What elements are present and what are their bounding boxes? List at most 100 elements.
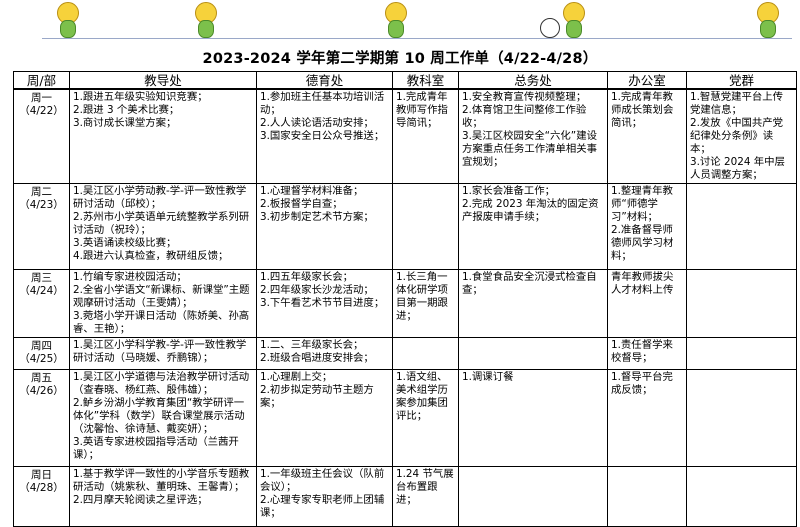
cell-bangong: 青年教师拔尖人才材料上传 [607,269,687,338]
day-cell: 周三 （4/24） [13,269,70,338]
task-item: 1.24 节气展台布置跟进； [396,468,454,506]
table-row: 周二 （4/23） 1.吴江区小学劳动教-学-评一致性教学研讨活动（邱校）； 2.苏州… [13,183,797,270]
task-item: 2.跟进 3 个美术比赛； [73,104,180,116]
cell-bangong: 1.督导平台完成反馈； [607,369,687,467]
cell-zongwu: 1.安全教育宣传视频整理； 2.体育馆卫生间整修工作验收； 3.吴江区校园安全“六化… [458,88,608,184]
task-item: 1.调课订餐 [462,371,514,383]
cell-zongwu: 1.家长会准备工作； 2.完成 2023 年淘汰的固定资产报废申请手续； [458,183,608,270]
cell-jiaoke: 1.完成青年教师写作指导简讯； [392,88,459,184]
table-row: 周三 （4/24） 1.竹编专家进校园活动； 2.全省小学语文“新课标、新课堂”主题观… [13,269,797,338]
cell-jiaoke: 1.语文组、美术组学历案参加集团评比； [392,369,459,467]
mascot-icon [50,2,84,38]
task-item: 1.食堂食品安全沉浸式检查自查； [462,271,597,296]
mascot-icon [188,2,222,38]
cell-dangqun [686,369,797,467]
task-item: 1.智慧党建平台上传党建信息； [690,91,784,116]
task-item: 3.英语专家进校园指导活动（兰茜开课）； [73,436,239,461]
day-date: （4/28） [19,482,64,494]
task-item: 1.竹编专家进校园活动； [73,271,187,283]
cell-jiaodao: 1.吴江区小学科学教-学-评一致性教学研讨活动（马晓媛、乔鹏锦）； [69,337,257,370]
task-item: 1.心理剧上交； [260,371,333,383]
table-header-row: 周/部 教导处 德育处 教科室 总务处 办公室 党群 [13,71,797,90]
task-item: 3.下午看艺术节节目进度； [260,297,385,309]
task-item: 1.四五年级家长会； [260,271,354,283]
task-item: 3.商讨成长课堂方案； [73,117,177,129]
day-label: 周一 [31,92,52,104]
cell-jiaodao: 1.跟进五年级实验知识竞赛； 2.跟进 3 个美术比赛； 3.商讨成长课堂方案； [69,88,257,184]
task-item: 3.菀塔小学开课日活动（陈娇美、孙高睿、王艳）； [73,310,250,335]
task-item: 1.吴江区小学道德与法治教学研讨活动（查春晓、杨红燕、殷伟雄）； [73,371,250,396]
task-item: 3.英语诵读校级比赛； [73,237,177,249]
task-item: 2.心理专家专职老师上团辅课； [260,494,385,519]
day-label: 周日 [31,469,52,481]
column-header: 党群 [686,71,797,90]
task-item: 1.责任督学来校督导； [611,339,673,364]
day-date: （4/24） [19,285,64,297]
day-cell: 周四 （4/25） [13,337,70,370]
mascot-icon [750,2,784,38]
task-item: 1.完成青年教师写作指导简讯； [396,91,448,129]
weekly-work-table: 周/部 教导处 德育处 教科室 总务处 办公室 党群 周一 （4/22） 1.跟进五… [13,71,797,527]
cell-deyu: 1.一年级班主任会议（队前会议）； 2.心理专家专职老师上团辅课； [256,466,393,527]
cell-bangong: 1.责任督学来校督导； [607,337,687,370]
task-item: 3.国家安全日公众号推送； [260,130,385,142]
header-divider [42,38,792,39]
table-row: 周四 （4/25） 1.吴江区小学科学教-学-评一致性教学研讨活动（马晓媛、乔鹏锦）… [13,337,797,370]
task-item: 2.班级合唱进度安排会； [260,352,374,364]
task-item: 2.全省小学语文“新课标、新课堂”主题观摩研讨活动（王雯婧）； [73,284,250,309]
task-item: 1.参加班主任基本功培训活动； [260,91,385,116]
task-item: 1.心理督学材料准备； [260,185,364,197]
cell-zongwu [458,466,608,527]
cell-jiaodao: 1.竹编专家进校园活动； 2.全省小学语文“新课标、新课堂”主题观摩研讨活动（王雯… [69,269,257,338]
cell-zongwu: 1.食堂食品安全沉浸式检查自查； [458,269,608,338]
cell-jiaodao: 1.基于教学评一致性的小学音乐专题教研活动（姚紫秋、董明珠、王馨青）； 2.四月摩… [69,466,257,527]
task-item: 1.长三角一体化研学项目第一期跟进； [396,271,448,322]
task-item: 1.完成青年教师成长策划会简讯； [611,91,674,129]
day-cell: 周一 （4/22） [13,88,70,184]
column-header: 教科室 [392,71,459,90]
cell-jiaodao: 1.吴江区小学劳动教-学-评一致性教学研讨活动（邱校）； 2.苏州市小学英语单元统… [69,183,257,270]
task-item: 青年教师拔尖人才材料上传 [611,271,674,296]
task-item: 1.基于教学评一致性的小学音乐专题教研活动（姚紫秋、董明珠、王馨青）； [73,468,250,493]
column-header: 周/部 [13,71,70,90]
task-item: 2.人人读论语活动安排； [260,117,374,129]
cell-jiaoke: 1.24 节气展台布置跟进； [392,466,459,527]
day-date: （4/26） [19,385,64,397]
cell-jiaoke [392,183,459,270]
day-cell: 周二 （4/23） [13,183,70,270]
cell-dangqun [686,466,797,527]
day-label: 周三 [31,272,52,284]
cell-deyu: 1.心理剧上交； 2.初步拟定劳动节主题方案； [256,369,393,467]
task-item: 1.二、三年级家长会； [260,339,364,351]
column-header: 总务处 [458,71,608,90]
day-cell: 周日 （4/28） [13,466,70,527]
task-item: 1.一年级班主任会议（队前会议）； [260,468,385,493]
task-item: 3.吴江区校园安全“六化”建设方案重点任务工作清单相关事宜规划； [462,130,598,168]
table-row: 周一 （4/22） 1.跟进五年级实验知识竞赛； 2.跟进 3 个美术比赛； 3.商讨成… [13,88,797,184]
task-item: 1.整理青年教师“师德学习”材料； [611,185,673,223]
table-row: 周日 （4/28） 1.基于教学评一致性的小学音乐专题教研活动（姚紫秋、董明珠、王馨… [13,466,797,527]
day-date: （4/23） [19,199,64,211]
mascot-icon [556,2,590,38]
column-header: 德育处 [256,71,393,90]
day-date: （4/22） [19,105,64,117]
task-item: 1.家长会准备工作； [462,185,556,197]
cell-dangqun [686,269,797,338]
task-item: 1.吴江区小学科学教-学-评一致性教学研讨活动（马晓媛、乔鹏锦）； [73,339,247,364]
cell-zongwu: 1.调课订餐 [458,369,608,467]
cell-bangong: 1.整理青年教师“师德学习”材料； 2.准备督导师德师风学习材料； [607,183,687,270]
day-date: （4/25） [19,353,64,365]
task-item: 2.四月摩天轮阅读之星评选； [73,494,208,506]
cell-deyu: 1.参加班主任基本功培训活动； 2.人人读论语活动安排； 3.国家安全日公众号推送； [256,88,393,184]
cell-jiaodao: 1.吴江区小学道德与法治教学研讨活动（查春晓、杨红燕、殷伟雄）； 2.鲈乡汾湖小学… [69,369,257,467]
mascot-icon [378,2,412,38]
column-header: 教导处 [69,71,257,90]
cell-bangong [607,466,687,527]
cell-deyu: 1.二、三年级家长会； 2.班级合唱进度安排会； [256,337,393,370]
table-row: 周五 （4/26） 1.吴江区小学道德与法治教学研讨活动（查春晓、杨红燕、殷伟雄）；… [13,369,797,467]
day-cell: 周五 （4/26） [13,369,70,467]
task-item: 2.发放《中国共产党纪律处分条例》读本； [690,117,784,155]
day-label: 周二 [31,186,52,198]
task-item: 1.语文组、美术组学历案参加集团评比； [396,371,448,422]
task-item: 1.吴江区小学劳动教-学-评一致性教学研讨活动（邱校）； [73,185,247,210]
